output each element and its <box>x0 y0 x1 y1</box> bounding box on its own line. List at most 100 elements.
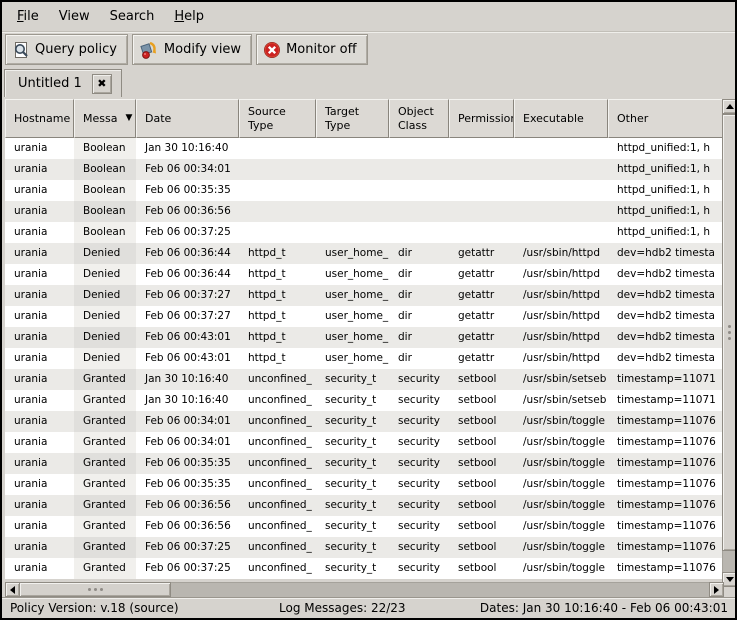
cell-source-type: httpd_t <box>239 327 316 348</box>
table-row[interactable]: uraniaBooleanFeb 06 00:37:25httpd_unifie… <box>5 222 723 243</box>
modify-view-button[interactable]: Modify view <box>132 34 252 65</box>
table-row[interactable]: uraniaGrantedJan 30 10:16:40unconfined_s… <box>5 369 723 390</box>
table-row[interactable]: uraniaDeniedFeb 06 00:36:44httpd_tuser_h… <box>5 243 723 264</box>
horizontal-scrollbar[interactable] <box>5 582 724 597</box>
cell-hostname: urania <box>5 285 74 306</box>
cell-permission: setbool <box>449 390 514 411</box>
cell-target-type: security_t <box>316 432 389 453</box>
cell-source-type <box>239 159 316 180</box>
table-row[interactable]: uraniaGrantedFeb 06 00:35:35unconfined_s… <box>5 474 723 495</box>
cell-hostname: urania <box>5 537 74 558</box>
cell-permission: getattr <box>449 264 514 285</box>
table-row[interactable]: uraniaGrantedFeb 06 00:35:35unconfined_s… <box>5 453 723 474</box>
modify-view-label: Modify view <box>164 42 241 57</box>
vertical-scroll-thumb[interactable] <box>722 114 737 551</box>
cell-hostname: urania <box>5 138 74 159</box>
cell-date: Feb 06 00:35:35 <box>136 180 239 201</box>
cell-other: timestamp=11076 <box>608 516 723 537</box>
table-row[interactable]: uraniaBooleanFeb 06 00:36:56httpd_unifie… <box>5 201 723 222</box>
cell-source-type: unconfined_ <box>239 474 316 495</box>
cell-message: Granted <box>74 537 136 558</box>
log-view: HostnameMessa▼Date Source Type Target Type… <box>4 97 737 600</box>
table-row[interactable]: uraniaBooleanFeb 06 00:35:35httpd_unifie… <box>5 180 723 201</box>
cell-object-class: security <box>389 411 449 432</box>
scroll-up-button[interactable] <box>722 99 737 114</box>
monitor-off-button[interactable]: Monitor off <box>256 34 367 65</box>
menu-search[interactable]: Search <box>100 4 165 29</box>
menu-help[interactable]: Help <box>164 4 214 29</box>
column-header-target-type[interactable]: Target Type <box>316 99 389 138</box>
cell-executable: /usr/sbin/toggle <box>514 516 608 537</box>
table-row[interactable]: uraniaBooleanJan 30 10:16:40httpd_unifie… <box>5 138 723 159</box>
cell-executable: /usr/sbin/httpd <box>514 285 608 306</box>
tab-bar: Untitled 1 ✖ <box>2 68 735 97</box>
table-row[interactable]: uraniaGrantedFeb 06 00:36:56unconfined_s… <box>5 516 723 537</box>
horizontal-scroll-thumb[interactable] <box>19 582 171 597</box>
column-header-hostname[interactable]: Hostname <box>5 99 74 138</box>
monitor-off-label: Monitor off <box>286 42 356 57</box>
tab-close-button[interactable]: ✖ <box>92 74 112 94</box>
cell-executable <box>514 222 608 243</box>
column-header-permission[interactable]: Permission <box>449 99 514 138</box>
scroll-left-button[interactable] <box>5 582 20 597</box>
monitor-off-icon <box>263 41 281 59</box>
table-row[interactable]: uraniaBooleanFeb 06 00:34:01httpd_unifie… <box>5 159 723 180</box>
menu-view[interactable]: View <box>49 4 100 29</box>
cell-source-type: httpd_t <box>239 348 316 369</box>
column-header-object-class[interactable]: Object Class <box>389 99 449 138</box>
thumb-grip-icon <box>728 331 731 334</box>
column-header-executable[interactable]: Executable <box>514 99 608 138</box>
column-label: Source Type <box>248 105 286 133</box>
table-row[interactable]: uraniaGrantedFeb 06 00:36:56unconfined_s… <box>5 495 723 516</box>
cell-target-type <box>316 180 389 201</box>
cell-message: Granted <box>74 411 136 432</box>
table-row[interactable]: uraniaGrantedFeb 06 00:34:01unconfined_s… <box>5 432 723 453</box>
table-row[interactable]: uraniaDeniedFeb 06 00:37:27httpd_tuser_h… <box>5 306 723 327</box>
cell-hostname: urania <box>5 432 74 453</box>
modify-view-icon <box>139 40 159 60</box>
cell-other: timestamp=11071 <box>608 390 723 411</box>
cell-date: Feb 06 00:37:27 <box>136 306 239 327</box>
cell-executable: /usr/sbin/httpd <box>514 327 608 348</box>
column-header-date[interactable]: Date <box>136 99 239 138</box>
cell-source-type: unconfined_ <box>239 432 316 453</box>
cell-source-type: httpd_t <box>239 264 316 285</box>
cell-hostname: urania <box>5 474 74 495</box>
column-header-source-type[interactable]: Source Type <box>239 99 316 138</box>
cell-executable: /usr/sbin/setseb <box>514 390 608 411</box>
cell-other: dev=hdb2 timesta <box>608 327 723 348</box>
cell-message: Granted <box>74 432 136 453</box>
cell-object-class <box>389 159 449 180</box>
table-header-row: HostnameMessa▼Date Source Type Target Type… <box>5 99 723 138</box>
cell-hostname: urania <box>5 306 74 327</box>
left-arrow-icon <box>10 586 15 594</box>
cell-hostname: urania <box>5 453 74 474</box>
table-row[interactable]: uraniaGrantedFeb 06 00:37:25unconfined_s… <box>5 558 723 579</box>
scroll-right-button[interactable] <box>709 582 724 597</box>
cell-target-type: user_home_ <box>316 327 389 348</box>
column-header-other[interactable]: Other <box>608 99 723 138</box>
tab-untitled-1[interactable]: Untitled 1 ✖ <box>4 69 122 97</box>
table-row[interactable]: uraniaGrantedFeb 06 00:37:25unconfined_s… <box>5 537 723 558</box>
query-policy-icon <box>12 41 30 59</box>
table-row[interactable]: uraniaDeniedFeb 06 00:37:27httpd_tuser_h… <box>5 285 723 306</box>
cell-source-type <box>239 138 316 159</box>
table-row[interactable]: uraniaDeniedFeb 06 00:43:01httpd_tuser_h… <box>5 348 723 369</box>
cell-other: timestamp=11076 <box>608 558 723 579</box>
cell-date: Feb 06 00:37:27 <box>136 285 239 306</box>
column-header-message[interactable]: Messa▼ <box>74 99 136 138</box>
cell-hostname: urania <box>5 201 74 222</box>
scroll-down-button[interactable] <box>722 572 737 587</box>
cell-executable: /usr/sbin/toggle <box>514 537 608 558</box>
cell-message: Granted <box>74 558 136 579</box>
thumb-grip-icon <box>94 588 97 591</box>
table-row[interactable]: uraniaDeniedFeb 06 00:43:01httpd_tuser_h… <box>5 327 723 348</box>
cell-other: dev=hdb2 timesta <box>608 285 723 306</box>
table-row[interactable]: uraniaDeniedFeb 06 00:36:44httpd_tuser_h… <box>5 264 723 285</box>
table-row[interactable]: uraniaGrantedJan 30 10:16:40unconfined_s… <box>5 390 723 411</box>
menu-file[interactable]: File <box>7 4 49 29</box>
right-arrow-icon <box>714 586 719 594</box>
query-policy-button[interactable]: Query policy <box>5 34 128 65</box>
table-row[interactable]: uraniaGrantedFeb 06 00:34:01unconfined_s… <box>5 411 723 432</box>
vertical-scrollbar[interactable] <box>722 99 737 587</box>
